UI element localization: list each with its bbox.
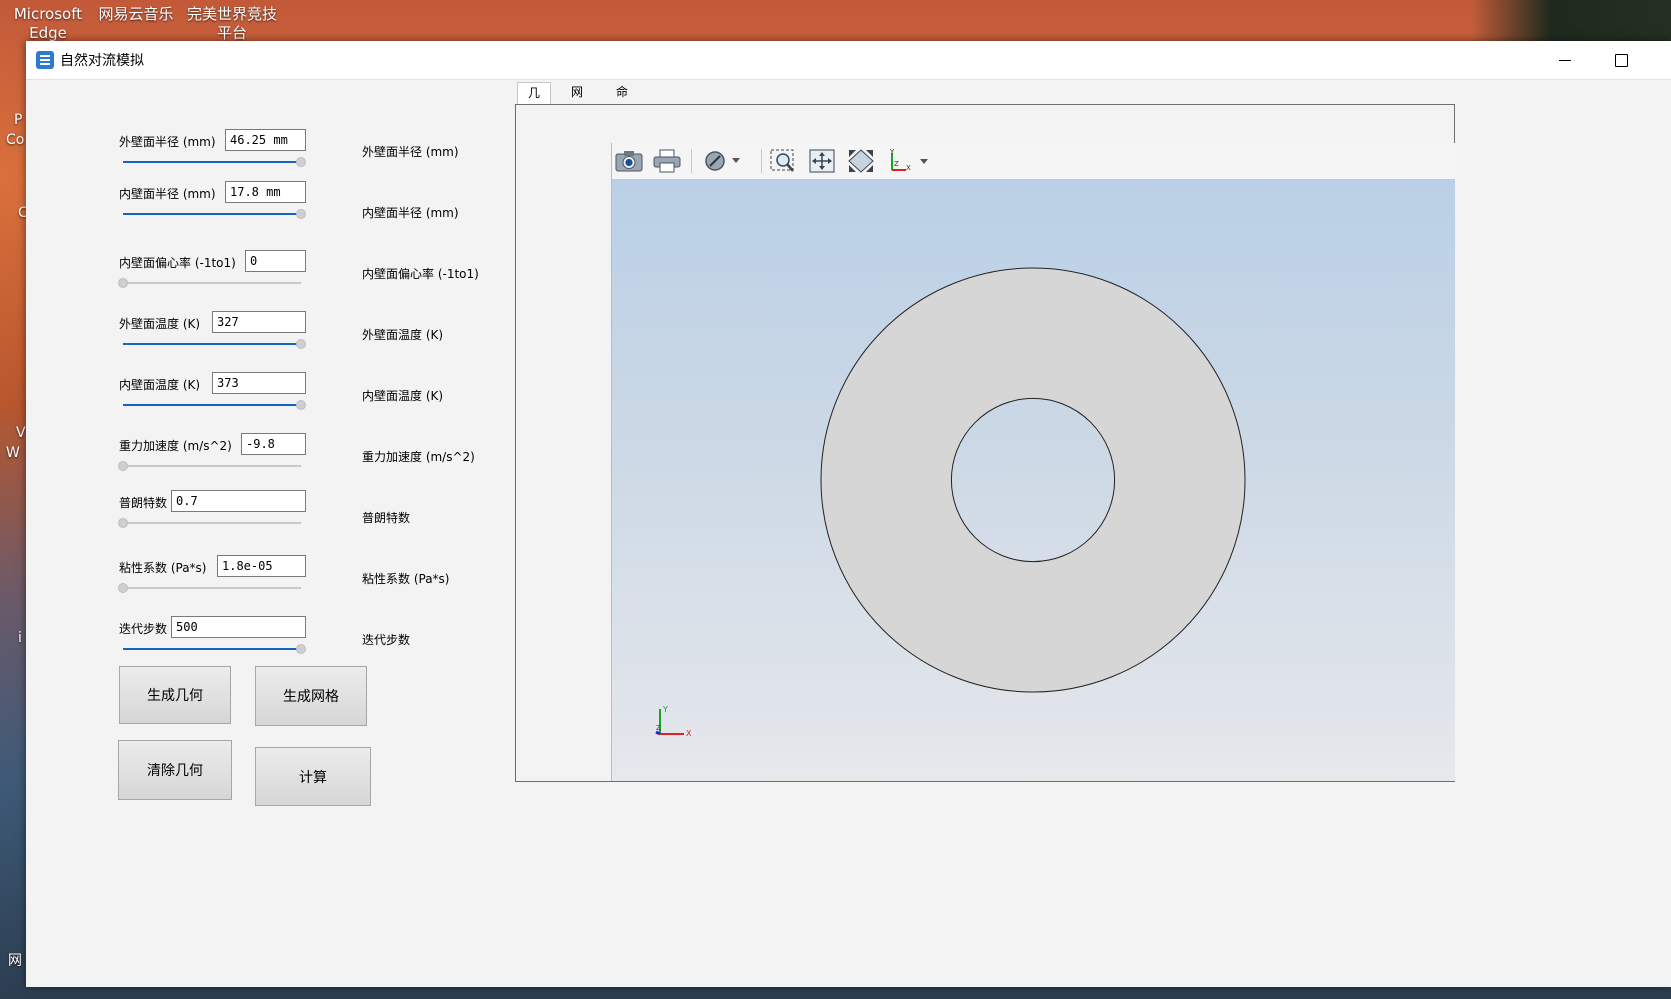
compute-button[interactable]: 计算 (255, 747, 371, 806)
param-input[interactable]: 46.25 mm (225, 129, 306, 151)
slider-thumb[interactable] (118, 583, 128, 593)
axes-triad-icon[interactable]: YZX (886, 146, 934, 176)
desktop-icon-label: Microsoft Edge (13, 5, 83, 42)
axis-label-y: Y (662, 705, 668, 714)
param-slider[interactable] (123, 339, 306, 349)
param-label: 内壁面偏心率 (-1to1) (119, 256, 236, 270)
tab-mesh[interactable]: 网格 (561, 82, 593, 119)
param-label: 重力加速度 (m/s^2) (119, 439, 232, 453)
3d-viewer[interactable]: YZX Y X Z (611, 143, 1455, 781)
param-output-label: 重力加速度 (m/s^2) (362, 450, 475, 464)
minimize-button[interactable] (1537, 41, 1593, 79)
axis-label-x: X (686, 729, 692, 738)
generate-geometry-button[interactable]: 生成几何 (119, 666, 231, 724)
param-input[interactable]: 327 (212, 311, 306, 333)
param-input[interactable]: 0 (245, 250, 306, 272)
desktop-trees (1471, 0, 1671, 42)
param-output-label: 粘性系数 (Pa*s) (362, 572, 450, 586)
param-slider[interactable] (118, 278, 301, 288)
display-mode-icon[interactable] (702, 146, 746, 176)
desktop-fragment: W (6, 445, 20, 461)
param-input[interactable]: 0.7 (171, 490, 306, 512)
print-icon[interactable] (652, 146, 682, 176)
viewer-toolbar: YZX (612, 143, 1455, 180)
param-label: 迭代步数 (119, 622, 168, 636)
corner-axes-triad: Y X Z (655, 705, 692, 738)
clear-geometry-button[interactable]: 清除几何 (118, 740, 232, 800)
slider-thumb[interactable] (118, 461, 128, 471)
svg-text:Y: Y (889, 148, 895, 156)
maximize-button[interactable] (1593, 41, 1649, 79)
param-output-label: 迭代步数 (362, 633, 411, 647)
desktop-icon-edge[interactable]: Microsoft Edge (8, 5, 88, 43)
slider-thumb[interactable] (296, 644, 306, 654)
minimize-icon (1559, 59, 1571, 61)
param-input[interactable]: 1.8e-05 (217, 555, 306, 577)
maximize-icon (1614, 53, 1628, 67)
desktop-icon-label: 完美世界竞技 平台 (186, 5, 277, 42)
window-content: 外壁面半径 (mm) 46.25 mm 外壁面半径 (mm) 内壁面半径 (mm) 17… (26, 80, 1671, 987)
axis-label-z: Z (656, 724, 661, 732)
app-window: 自然对流模拟 外壁面半径 (mm) 46.25 mm 外壁面半径 (mm) 内壁面半径… (26, 41, 1671, 987)
fit-all-icon[interactable] (807, 146, 837, 176)
desktop-left-strip: P Co C V W i 网 (0, 60, 28, 999)
param-label: 外壁面半径 (mm) (119, 135, 216, 149)
desktop-icon-perfect-world[interactable]: 完美世界竞技 平台 (184, 5, 280, 43)
tab-geometry[interactable]: 几何 (517, 82, 552, 120)
param-output-label: 内壁面半径 (mm) (362, 206, 459, 220)
param-output-label: 外壁面半径 (mm) (362, 145, 459, 159)
toolbar-separator (761, 149, 762, 173)
slider-thumb[interactable] (296, 339, 306, 349)
param-input[interactable]: -9.8 (241, 433, 306, 455)
zoom-box-icon[interactable] (768, 146, 798, 176)
param-slider[interactable] (123, 157, 306, 167)
svg-text:Z: Z (894, 160, 899, 168)
slider-thumb[interactable] (296, 157, 306, 167)
param-label: 外壁面温度 (K) (119, 317, 201, 331)
param-slider[interactable] (118, 461, 301, 471)
param-label: 内壁面半径 (mm) (119, 187, 216, 201)
desktop-fragment: Co (6, 132, 25, 148)
param-output-label: 内壁面偏心率 (-1to1) (362, 267, 479, 281)
slider-thumb[interactable] (296, 400, 306, 410)
geometry-panel: YZX Y X Z (515, 104, 1455, 782)
viewer-canvas[interactable]: Y X Z (612, 179, 1455, 781)
param-label: 粘性系数 (Pa*s) (119, 561, 207, 575)
scene-svg: Y X Z (655, 267, 1246, 738)
annulus-geometry (820, 267, 1246, 693)
param-label: 普朗特数 (119, 496, 168, 510)
param-input[interactable]: 17.8 mm (225, 181, 306, 203)
desktop-icon-label: 网易云音乐 (98, 5, 174, 23)
tab-command[interactable]: 命令 (606, 82, 638, 119)
desktop-fragment: 网 (8, 953, 22, 969)
param-output-label: 外壁面温度 (K) (362, 328, 444, 342)
slider-thumb[interactable] (118, 518, 128, 528)
desktop-fragment: P (14, 112, 23, 128)
desktop-icon-netease-music[interactable]: 网易云音乐 (96, 5, 176, 24)
param-output-label: 普朗特数 (362, 511, 411, 525)
slider-thumb[interactable] (118, 278, 128, 288)
camera-icon[interactable] (614, 146, 644, 176)
toolbar-separator (691, 149, 692, 173)
title-bar[interactable]: 自然对流模拟 (26, 41, 1671, 80)
param-output-label: 内壁面温度 (K) (362, 389, 444, 403)
fit-view-icon[interactable] (846, 146, 876, 176)
param-label: 内壁面温度 (K) (119, 378, 201, 392)
param-input[interactable]: 500 (171, 616, 306, 638)
param-slider[interactable] (123, 644, 306, 654)
param-slider[interactable] (123, 400, 306, 410)
slider-thumb[interactable] (296, 209, 306, 219)
svg-text:X: X (906, 164, 911, 172)
param-slider[interactable] (118, 583, 301, 593)
generate-mesh-button[interactable]: 生成网格 (255, 666, 367, 726)
param-slider[interactable] (123, 209, 306, 219)
desktop-fragment: i (18, 630, 22, 646)
param-slider[interactable] (118, 518, 301, 528)
param-input[interactable]: 373 (212, 372, 306, 394)
desktop-fragment: V (16, 425, 26, 441)
app-table-icon (36, 51, 54, 69)
window-title: 自然对流模拟 (60, 53, 144, 69)
